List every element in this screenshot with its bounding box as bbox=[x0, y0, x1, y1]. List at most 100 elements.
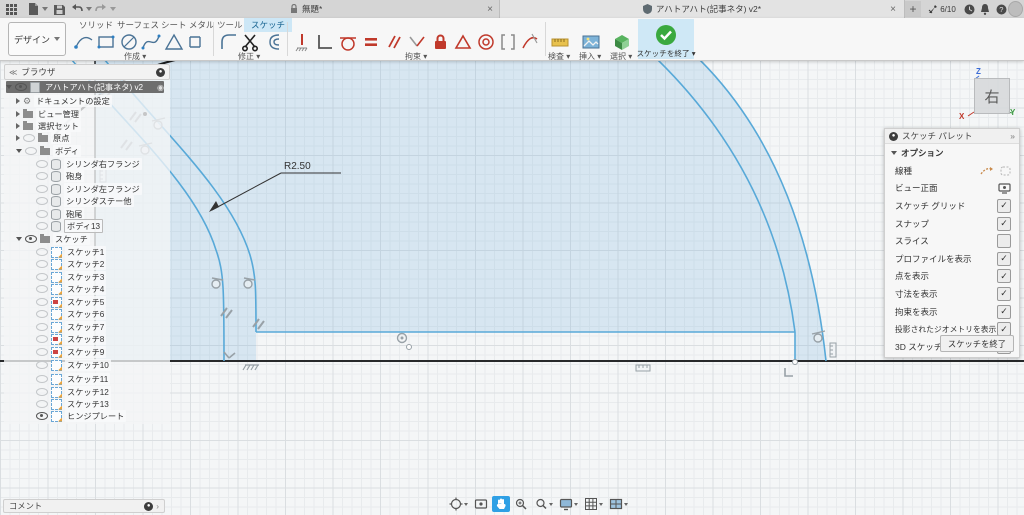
finish-sketch-palette-button[interactable]: スケッチを終了 bbox=[940, 335, 1014, 352]
insert-image-icon[interactable] bbox=[580, 31, 602, 53]
fix-ground-icons[interactable] bbox=[243, 365, 259, 370]
browser-sketch-item[interactable]: スケッチ13 bbox=[36, 398, 111, 410]
perpendicular-icon[interactable] bbox=[406, 31, 428, 53]
display-settings-icon[interactable] bbox=[557, 496, 580, 512]
visibility-eye-icon[interactable] bbox=[36, 248, 48, 256]
symmetry-icon[interactable] bbox=[497, 31, 519, 53]
visibility-eye-icon[interactable] bbox=[36, 348, 48, 356]
browser-item-bodies-folder[interactable]: ボディ bbox=[16, 145, 81, 157]
browser-item-sketches-folder[interactable]: スケッチ bbox=[16, 233, 90, 245]
clock-icon[interactable] bbox=[962, 1, 976, 17]
browser-sketch-item[interactable]: スケッチ12 bbox=[36, 386, 111, 398]
horizontal-vertical-icon[interactable] bbox=[291, 31, 313, 53]
caret-icon[interactable] bbox=[16, 123, 20, 129]
browser-root-node[interactable]: アハトアハト(記事ネタ) v2 ◉ bbox=[6, 81, 164, 93]
workspace-selector[interactable]: デザイン bbox=[8, 22, 66, 56]
caret-icon[interactable] bbox=[16, 98, 20, 104]
visibility-eye-icon[interactable] bbox=[15, 83, 27, 91]
caret-icon[interactable] bbox=[16, 135, 20, 141]
browser-sketch-item[interactable]: スケッチ7 bbox=[36, 321, 106, 333]
browser-sketch-item[interactable]: スケッチ2 bbox=[36, 258, 106, 270]
checkbox[interactable] bbox=[997, 234, 1011, 248]
browser-sketch-item[interactable]: スケッチ9 bbox=[36, 346, 106, 358]
browser-body-item[interactable]: シリンダステー他 bbox=[36, 195, 134, 207]
help-icon[interactable]: ? bbox=[994, 1, 1008, 17]
fillet-icon[interactable] bbox=[218, 31, 240, 53]
visibility-eye-icon[interactable] bbox=[36, 323, 48, 331]
construction-line-icon[interactable] bbox=[980, 166, 994, 176]
browser-body-item[interactable]: シリンダ右フランジ bbox=[36, 158, 142, 170]
browser-sketch-item[interactable]: スケッチ4 bbox=[36, 283, 106, 295]
circle-icon[interactable] bbox=[118, 31, 140, 53]
checkbox[interactable] bbox=[997, 269, 1011, 283]
visibility-eye-icon[interactable] bbox=[36, 388, 48, 396]
insert-group-label[interactable]: 挿入 ▾ bbox=[579, 51, 601, 62]
measure-ruler-icon[interactable] bbox=[549, 31, 571, 53]
panel-options-icon[interactable]: ● bbox=[156, 68, 165, 77]
close-tab-icon[interactable]: × bbox=[890, 4, 896, 15]
visibility-eye-icon[interactable] bbox=[36, 185, 48, 193]
fit-icon[interactable] bbox=[532, 496, 555, 512]
visibility-eye-icon[interactable] bbox=[23, 134, 35, 142]
browser-sketch-item[interactable]: スケッチ10 bbox=[36, 359, 111, 371]
comment-bar[interactable]: コメント ● › bbox=[3, 499, 165, 513]
caret-icon[interactable] bbox=[16, 149, 22, 153]
browser-item-document-settings[interactable]: ⚙ ドキュメントの設定 bbox=[16, 95, 112, 107]
visibility-eye-icon[interactable] bbox=[36, 400, 48, 408]
browser-sketch-item[interactable]: スケッチ1 bbox=[36, 246, 106, 258]
visibility-eye-icon[interactable] bbox=[36, 160, 48, 168]
browser-body-item[interactable]: 砲身 bbox=[36, 170, 84, 182]
spline-point-icon[interactable] bbox=[73, 31, 95, 53]
sketch-profile-region[interactable] bbox=[95, 60, 826, 361]
browser-sketch-item[interactable]: スケッチ3 bbox=[36, 271, 106, 283]
constraints-group-label[interactable]: 拘束 ▾ bbox=[405, 51, 427, 62]
zoom-icon[interactable] bbox=[512, 496, 530, 512]
finish-sketch-button[interactable]: スケッチを終了 ▾ bbox=[638, 19, 694, 59]
viewcube-face-right[interactable]: 右 bbox=[974, 78, 1010, 114]
select-cube-icon[interactable] bbox=[611, 31, 633, 53]
new-tab-button[interactable]: + bbox=[905, 1, 921, 17]
expand-comment-icon[interactable]: › bbox=[156, 501, 159, 511]
look-at-icon[interactable] bbox=[472, 496, 490, 512]
centerline-icon[interactable] bbox=[1000, 166, 1011, 176]
tab-sketch[interactable]: スケッチ bbox=[244, 18, 292, 32]
select-group-label[interactable]: 選択 ▾ bbox=[610, 51, 632, 62]
offset-icon[interactable] bbox=[263, 31, 285, 53]
browser-body-item[interactable]: シリンダ左フランジ bbox=[36, 183, 142, 195]
browser-item-view-management[interactable]: ビュー管理 bbox=[16, 108, 81, 120]
caret-icon[interactable] bbox=[16, 111, 20, 117]
tangent-icon[interactable] bbox=[337, 31, 359, 53]
look-at-icon[interactable] bbox=[998, 183, 1011, 194]
visibility-eye-icon[interactable] bbox=[36, 197, 48, 205]
document-tab-active[interactable]: アハトアハト(記事ネタ) v2* × bbox=[500, 0, 905, 18]
visibility-eye-icon[interactable] bbox=[36, 310, 48, 318]
viewcube[interactable]: Z X Y 右 bbox=[960, 70, 1016, 124]
perpendicular-constraint-icons[interactable] bbox=[224, 352, 793, 376]
save-icon[interactable] bbox=[52, 2, 66, 16]
quota-badge[interactable]: 6/10 bbox=[925, 1, 959, 17]
collapse-panel-icon[interactable]: ≪ bbox=[9, 68, 17, 77]
browser-body-item[interactable]: ボディ13 bbox=[36, 220, 103, 232]
checkbox[interactable] bbox=[997, 252, 1011, 266]
expand-panel-icon[interactable]: » bbox=[1010, 131, 1015, 141]
browser-item-origin[interactable]: 原点 bbox=[16, 132, 71, 144]
browser-item-selection-sets[interactable]: 選択セット bbox=[16, 120, 81, 132]
equal-icon[interactable] bbox=[360, 31, 382, 53]
pan-icon[interactable] bbox=[492, 496, 510, 512]
checkbox[interactable] bbox=[997, 217, 1011, 231]
checkbox[interactable] bbox=[997, 287, 1011, 301]
visibility-eye-icon[interactable] bbox=[36, 375, 48, 383]
apps-grid-icon[interactable] bbox=[4, 2, 18, 16]
checkbox[interactable] bbox=[997, 305, 1011, 319]
redo-caret[interactable] bbox=[106, 2, 120, 16]
visibility-eye-icon[interactable] bbox=[36, 210, 48, 218]
fix-lock-icon[interactable] bbox=[429, 31, 451, 53]
bell-icon[interactable] bbox=[978, 1, 992, 17]
visibility-eye-icon[interactable] bbox=[36, 273, 48, 281]
modify-group-label[interactable]: 修正 ▾ bbox=[238, 51, 260, 62]
visibility-eye-icon[interactable] bbox=[25, 147, 37, 155]
browser-header[interactable]: ≪ ブラウザ ● bbox=[4, 64, 170, 80]
comment-bubble-icon[interactable]: ● bbox=[144, 502, 153, 511]
rectangle-icon[interactable] bbox=[95, 31, 117, 53]
trim-scissors-icon[interactable] bbox=[240, 31, 262, 53]
